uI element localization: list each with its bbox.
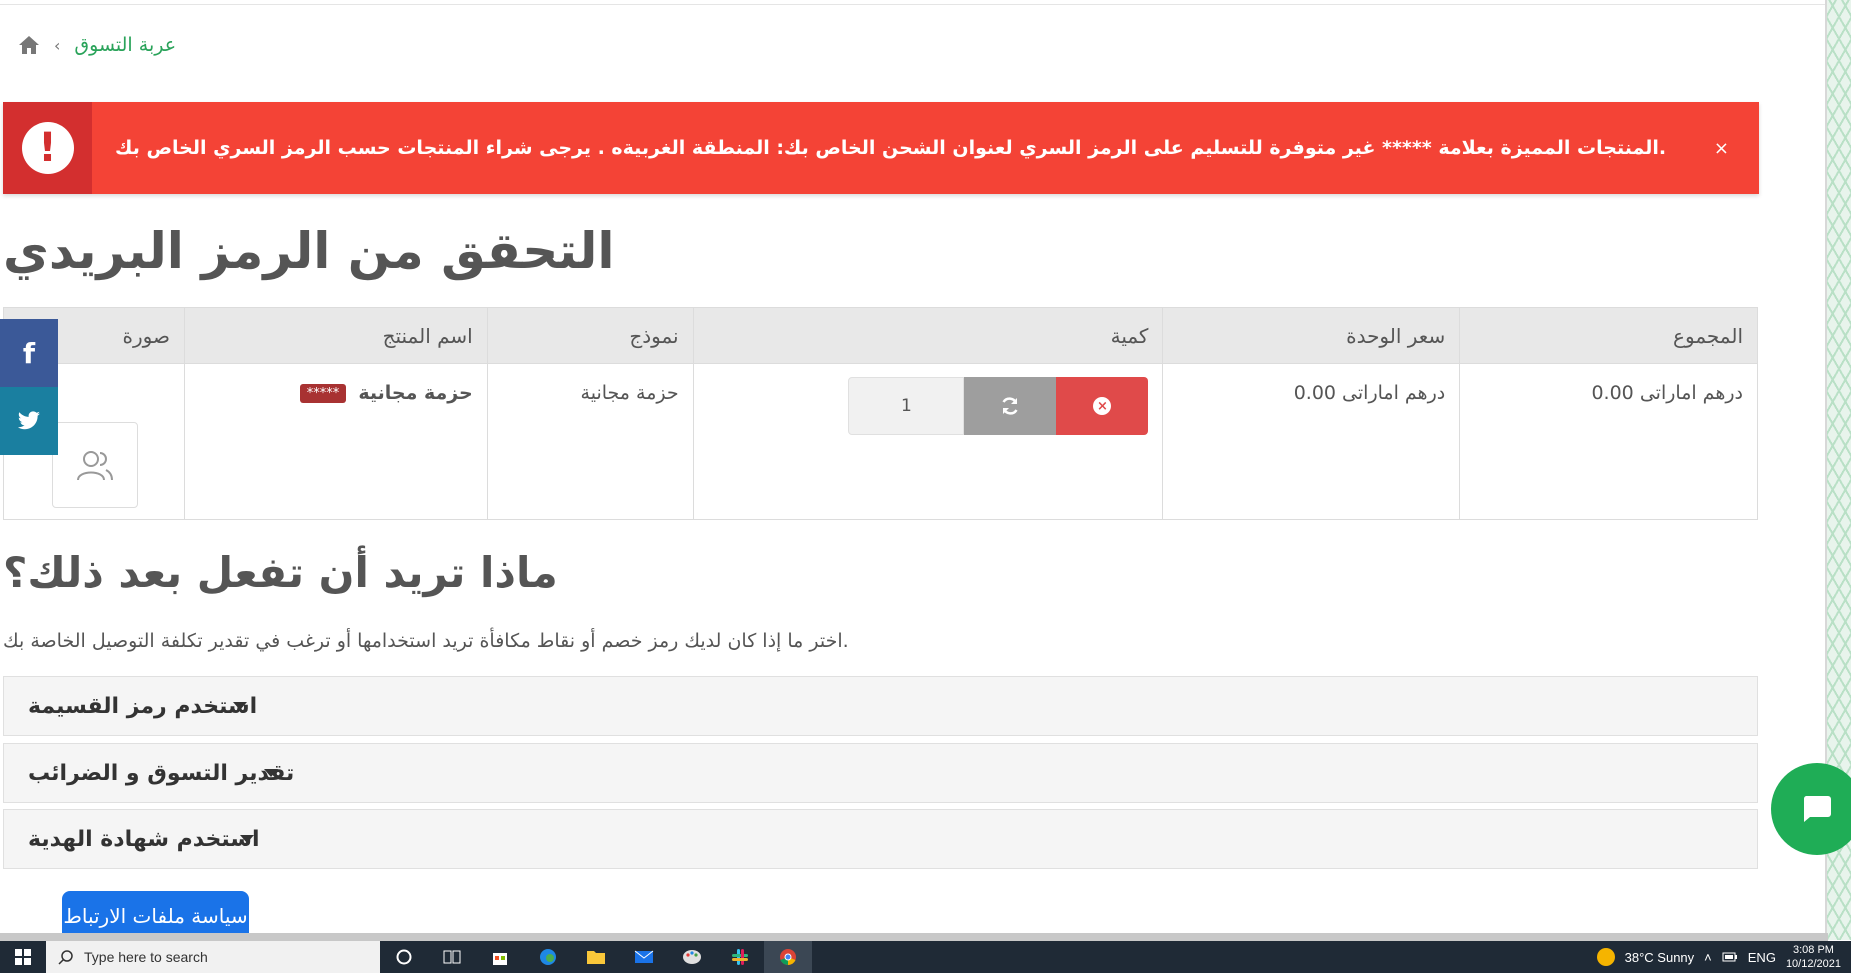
breadcrumb-cart-link[interactable]: عربة التسوق <box>74 34 176 56</box>
row-total: درهم اماراتى 0.00 <box>1459 363 1758 520</box>
chrome-icon[interactable] <box>764 941 812 973</box>
accordion-label: تقدير التسوق و الضرائب <box>28 761 294 786</box>
twitter-share-button[interactable] <box>0 387 58 455</box>
folder-glyph <box>587 951 605 964</box>
clock[interactable]: 3:08 PM 10/12/2021 <box>1786 943 1841 971</box>
caret-down-icon <box>240 835 254 843</box>
store-icon[interactable] <box>476 941 524 973</box>
slack-glyph <box>732 949 748 965</box>
chevron-up-icon[interactable]: ˄ <box>1704 950 1712 965</box>
product-thumbnail[interactable] <box>51 422 138 508</box>
quantity-input[interactable]: 1 <box>848 377 965 435</box>
language-indicator[interactable]: ENG <box>1748 950 1776 965</box>
alert-icon-box: ! <box>3 102 92 194</box>
accordion-label: استخدم رمز القسيمة <box>28 694 257 719</box>
coupon-accordion-label: استخدم رمز القسيمة <box>28 693 258 719</box>
row-product-name-cell: حزمة مجانية ***** <box>183 363 488 520</box>
paint-icon[interactable] <box>668 941 716 973</box>
store-glyph <box>493 953 507 965</box>
close-icon[interactable]: × <box>1714 138 1729 159</box>
battery-icon[interactable] <box>1722 951 1738 963</box>
page-title: التحقق من الرمز البريدي <box>3 222 615 280</box>
header-total: المجموع <box>1459 307 1758 364</box>
file-explorer-icon[interactable] <box>572 941 620 973</box>
row-unit-price: درهم اماراتى 0.00 <box>1162 363 1461 520</box>
exclamation-icon: ! <box>21 122 74 174</box>
gift-accordion-label: استخدم شهادة الهدية <box>28 826 260 852</box>
task-view-glyph <box>443 950 461 964</box>
unavailable-badge: ***** <box>299 384 347 403</box>
start-button[interactable] <box>0 941 46 973</box>
circle-icon <box>396 949 412 965</box>
twitter-icon <box>17 411 40 430</box>
mail-icon[interactable] <box>620 941 668 973</box>
next-steps-hint: .اختر ما إذا كان لديك رمز خصم أو نقاط مك… <box>3 630 849 652</box>
chat-icon <box>1803 796 1831 822</box>
top-divider <box>0 4 1828 5</box>
chevron-left-icon: ‹ <box>54 35 61 55</box>
users-icon <box>76 451 113 481</box>
next-steps-title: ماذا تريد أن تفعل بعد ذلك؟ <box>3 548 558 597</box>
palette-glyph <box>683 950 701 964</box>
breadcrumb: ‹ عربة التسوق <box>18 34 176 56</box>
edge-glyph <box>540 949 556 965</box>
cortana-icon[interactable] <box>380 941 428 973</box>
search-placeholder: Type here to search <box>84 949 208 965</box>
caret-down-icon <box>233 702 247 710</box>
edge-icon[interactable] <box>524 941 572 973</box>
table-header-row: المجموع سعر الوحدة كمية نموذج اسم المنتج… <box>3 307 1758 364</box>
gift-certificate-accordion[interactable]: استخدم شهادة الهدية <box>3 809 1758 869</box>
facebook-share-button[interactable]: f <box>0 319 58 387</box>
alert-message: .المنتجات المميزة بعلامة ***** غير متوفر… <box>115 137 1667 159</box>
header-unit-price: سعر الوحدة <box>1162 307 1461 364</box>
home-icon[interactable] <box>18 35 40 55</box>
shipping-accordion-label: تقدير التسوق و الضرائب <box>28 760 295 786</box>
system-tray: 38°C Sunny ˄ ENG 3:08 PM 10/12/2021 <box>1596 941 1841 973</box>
refresh-icon <box>1002 397 1019 415</box>
remove-icon: × <box>1093 397 1112 415</box>
weather-text[interactable]: 38°C Sunny <box>1625 950 1695 965</box>
taskbar-search[interactable]: Type here to search <box>46 941 380 973</box>
envelope-glyph <box>634 950 654 963</box>
delivery-alert: ! .المنتجات المميزة بعلامة ***** غير متو… <box>3 102 1759 194</box>
windows-icon <box>15 949 31 965</box>
horizontal-scrollbar[interactable] <box>0 933 1828 941</box>
sun-icon <box>1596 948 1615 966</box>
slack-icon[interactable] <box>716 941 764 973</box>
product-name-link[interactable]: حزمة مجانية <box>358 382 472 404</box>
table-row: درهم اماراتى 0.00 درهم اماراتى 0.00 1 × … <box>3 363 1758 520</box>
quantity-group: 1 × <box>848 377 1149 435</box>
remove-item-button[interactable]: × <box>1056 377 1149 435</box>
clock-time: 3:08 PM <box>1792 944 1834 956</box>
header-quantity: كمية <box>692 307 1164 364</box>
row-quantity-cell: 1 × <box>692 363 1164 520</box>
search-icon <box>58 950 73 965</box>
windows-taskbar: Type here to search 38°C Sunny ˄ ENG 3:0… <box>0 941 1851 973</box>
update-quantity-button[interactable] <box>964 377 1057 435</box>
coupon-accordion[interactable]: استخدم رمز القسيمة <box>3 676 1758 736</box>
chrome-glyph <box>780 949 796 966</box>
shipping-estimate-accordion[interactable]: تقدير التسوق و الضرائب <box>3 743 1758 803</box>
clock-date: 10/12/2021 <box>1785 958 1841 970</box>
row-model: حزمة مجانية <box>486 363 694 520</box>
accordion-label: استخدم شهادة الهدية <box>28 827 260 852</box>
chat-button[interactable] <box>1771 763 1851 855</box>
cart-table: المجموع سعر الوحدة كمية نموذج اسم المنتج… <box>3 307 1758 520</box>
header-product-name: اسم المنتج <box>183 307 488 364</box>
header-model: نموذج <box>486 307 694 364</box>
task-view-icon[interactable] <box>428 941 476 973</box>
caret-down-icon <box>264 769 278 777</box>
